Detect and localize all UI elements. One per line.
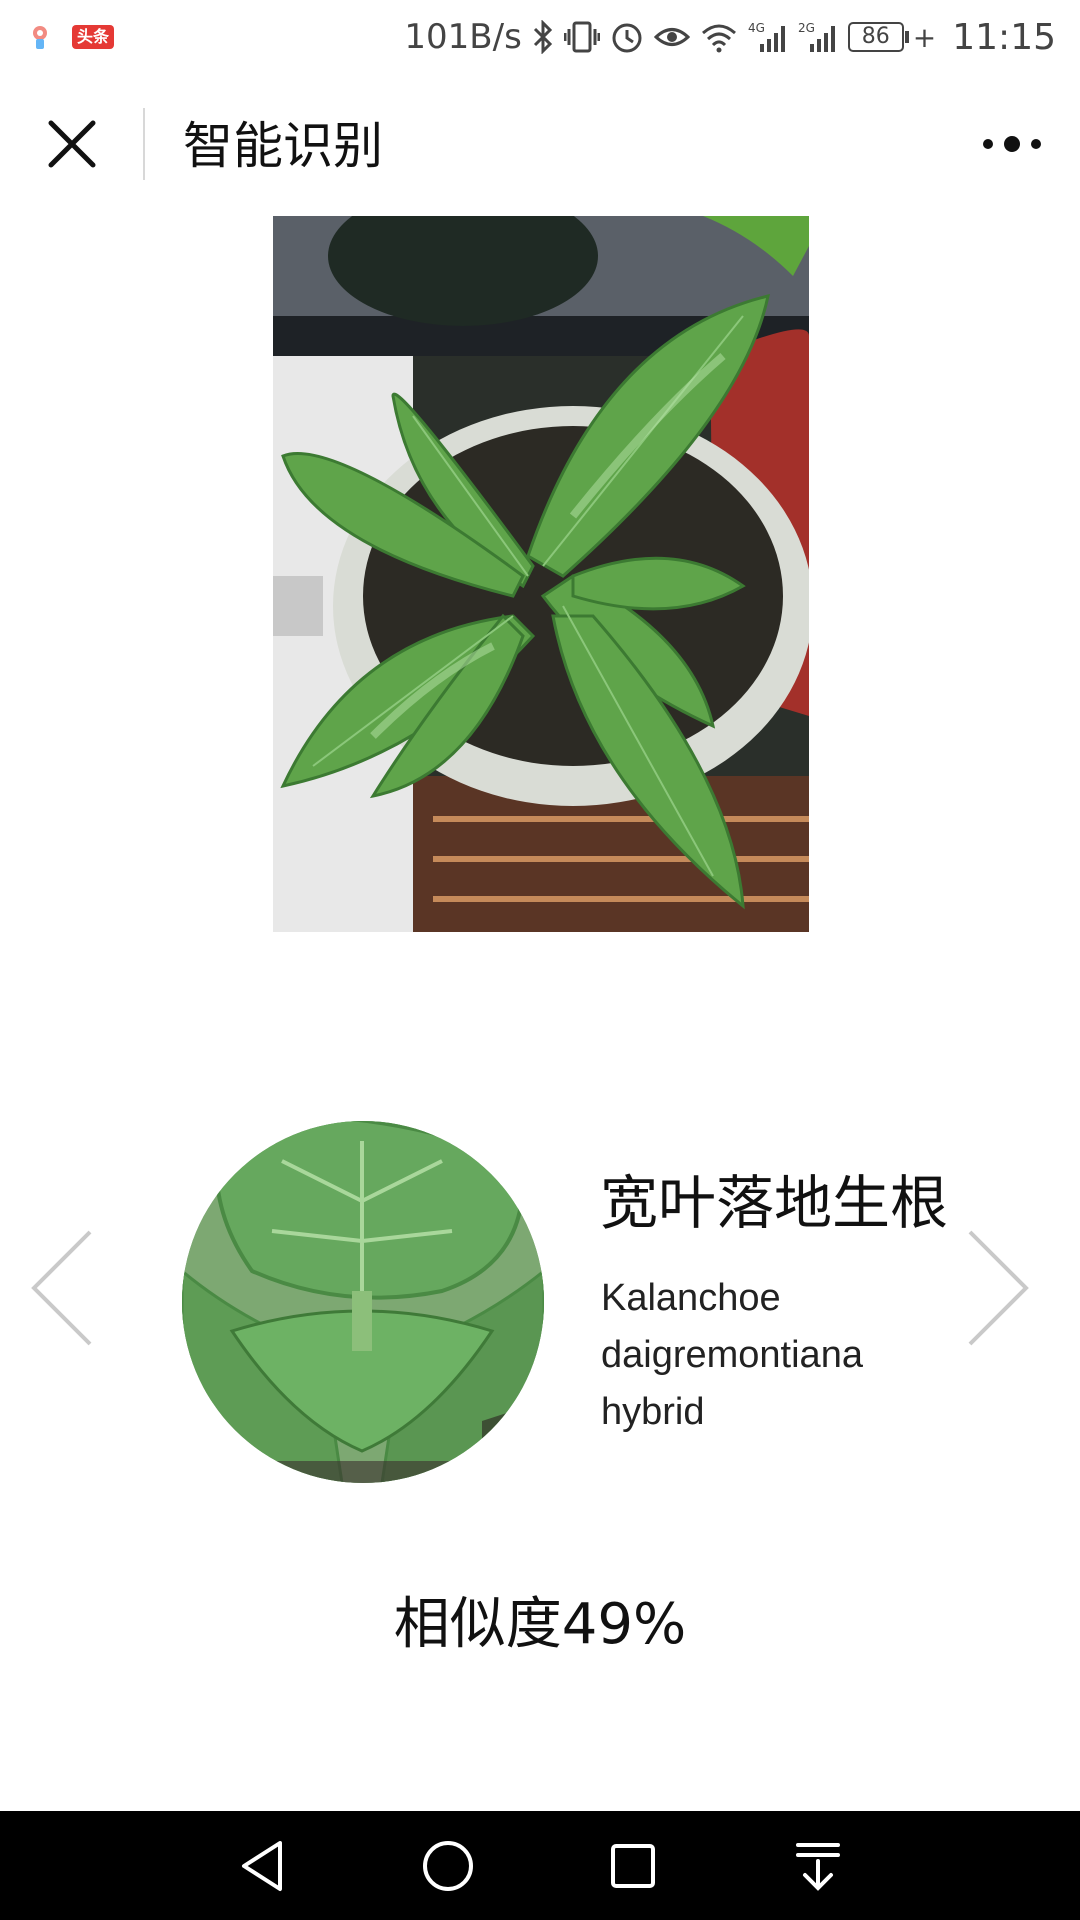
close-button[interactable] (36, 108, 108, 180)
result-thumbnail-image (182, 1121, 544, 1483)
network-speed: 101B/s (404, 17, 522, 57)
charging-icon: + (912, 20, 937, 54)
recents-square-icon (610, 1843, 655, 1888)
notification-pull-button[interactable] (783, 1831, 853, 1901)
system-nav-bar (0, 1811, 1080, 1920)
chevron-right-icon (968, 1230, 1029, 1346)
svg-text:2G: 2G (798, 21, 815, 35)
toutiao-app-icon: 头条 (72, 25, 115, 49)
status-bar: 头条 101B/s 4G 2G 86 + 11:15 (0, 0, 1080, 74)
clock: 11:15 (952, 16, 1056, 58)
status-left: 头条 (24, 21, 115, 53)
alarm-icon (610, 20, 644, 54)
battery-icon: 86 + (847, 20, 937, 54)
status-right: 101B/s 4G 2G 86 + 11:15 (404, 17, 1056, 58)
svg-text:4G: 4G (748, 21, 765, 35)
more-button[interactable] (976, 108, 1048, 180)
home-circle-icon (422, 1840, 473, 1891)
signal-2g-icon: 2G (798, 20, 838, 54)
result-common-name: 宽叶落地生根 (600, 1169, 949, 1237)
more-icon (983, 136, 1041, 152)
home-button[interactable] (413, 1831, 483, 1901)
pull-down-icon (795, 1842, 840, 1891)
page-title: 智能识别 (183, 117, 383, 175)
signal-4g-icon: 4G (748, 20, 788, 54)
next-result-arrow[interactable] (962, 1228, 1032, 1348)
map-pin-app-icon (24, 21, 56, 53)
battery-level: 86 (847, 22, 904, 52)
recents-button[interactable] (598, 1831, 668, 1901)
back-button[interactable] (228, 1831, 298, 1901)
top-nav: 智能识别 (0, 74, 1080, 216)
vibrate-icon (563, 20, 600, 54)
chevron-left-icon (31, 1230, 92, 1346)
nav-divider (143, 108, 145, 180)
wifi-icon (700, 21, 738, 53)
result-thumbnail (182, 1121, 544, 1483)
previous-result-arrow[interactable] (28, 1228, 98, 1348)
plant-photo (273, 216, 809, 932)
result-latin-name: Kalanchoe daigremontiana hybrid (601, 1277, 863, 1433)
back-triangle-icon (241, 1840, 282, 1891)
eye-icon (653, 22, 690, 52)
similarity-score: 相似度49% (393, 1592, 687, 1657)
screen: 头条 101B/s 4G 2G 86 + 11:15 智能识别 宽叶落地生根 K… (0, 0, 1080, 1920)
plant-photo-image (273, 216, 809, 932)
close-icon (48, 120, 96, 168)
bluetooth-icon (532, 20, 554, 54)
